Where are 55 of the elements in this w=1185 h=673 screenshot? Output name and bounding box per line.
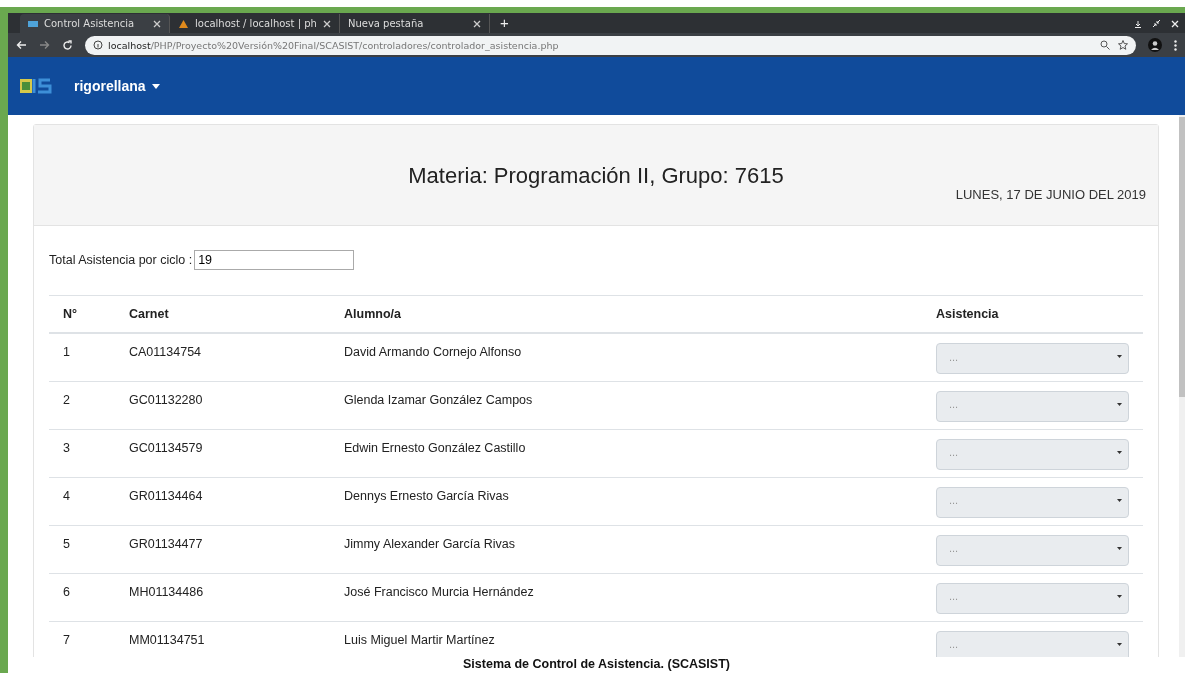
student-name: Luis Miguel Martir Martínez xyxy=(344,632,495,647)
column-header: Carnet xyxy=(115,295,330,333)
caret-icon xyxy=(1117,546,1122,550)
total-input[interactable]: 19 xyxy=(194,250,355,270)
info-icon[interactable] xyxy=(93,40,103,50)
row-number: 5 xyxy=(63,536,70,551)
total-label: Total Asistencia por ciclo : xyxy=(49,253,193,267)
row-number: 1 xyxy=(63,345,70,359)
column-header: Asistencia xyxy=(922,295,1143,333)
user-menu[interactable]: rigorellana xyxy=(74,78,160,94)
carnet-cell: CA01134754 xyxy=(129,345,202,359)
forward-icon[interactable] xyxy=(39,40,50,50)
new-tab-button[interactable]: + xyxy=(499,14,509,32)
student-name: David Armando Cornejo Alfonso xyxy=(344,345,522,359)
caret-icon xyxy=(1117,594,1122,598)
row-number: 6 xyxy=(63,584,70,599)
caret-icon xyxy=(151,83,160,89)
student-name: Glenda Izamar González Campos xyxy=(344,392,533,407)
favicon-icon xyxy=(28,20,38,27)
student-name: Jimmy Alexander García Rivas xyxy=(344,536,515,551)
carnet-cell: GC01132280 xyxy=(129,392,203,407)
caret-icon xyxy=(1117,642,1122,646)
date-label: LUNES, 17 DE JUNIO DEL 2019 xyxy=(955,187,1146,202)
row-number: 4 xyxy=(63,488,70,503)
page-title: Materia: Programación II, Grupo: 7615 xyxy=(408,163,784,189)
restore-icon[interactable] xyxy=(1152,19,1161,28)
carnet-cell: GR01134464 xyxy=(129,488,203,503)
row-number: 7 xyxy=(63,632,70,647)
caret-icon xyxy=(1117,402,1122,406)
scrollbar[interactable] xyxy=(1179,115,1185,657)
back-icon[interactable] xyxy=(16,40,27,50)
close-icon[interactable] xyxy=(472,19,481,28)
zoom-icon[interactable] xyxy=(1100,40,1110,50)
browser-tab[interactable]: Control Asistencia xyxy=(20,14,170,33)
close-icon[interactable] xyxy=(153,19,161,28)
carnet-cell: GR01134477 xyxy=(129,536,203,551)
reload-icon[interactable] xyxy=(62,39,73,51)
close-icon[interactable] xyxy=(322,19,331,28)
menu-icon[interactable] xyxy=(1174,39,1177,51)
row-number: 3 xyxy=(63,440,70,455)
address-bar[interactable]: localhost/PHP/Proyecto%20Versión%20Final/SCASIST/controladores/controlador_asistencia.php xyxy=(85,35,1136,55)
column-header: N° xyxy=(49,295,115,333)
star-icon[interactable] xyxy=(1118,40,1128,50)
caret-icon xyxy=(1117,450,1122,454)
carnet-cell: GC01134579 xyxy=(129,440,203,455)
caret-icon xyxy=(1117,498,1122,502)
avatar-icon[interactable] xyxy=(1148,38,1162,52)
carnet-cell: MH01134486 xyxy=(129,584,204,599)
caret-icon xyxy=(1117,355,1122,358)
column-header: Alumno/a xyxy=(330,295,922,333)
student-name: José Francisco Murcia Hernández xyxy=(344,584,534,599)
student-name: Edwin Ernesto González Castillo xyxy=(344,440,526,455)
student-name: Dennys Ernesto García Rivas xyxy=(344,488,509,503)
row-number: 2 xyxy=(63,392,70,407)
carnet-cell: MM01134751 xyxy=(129,632,205,647)
